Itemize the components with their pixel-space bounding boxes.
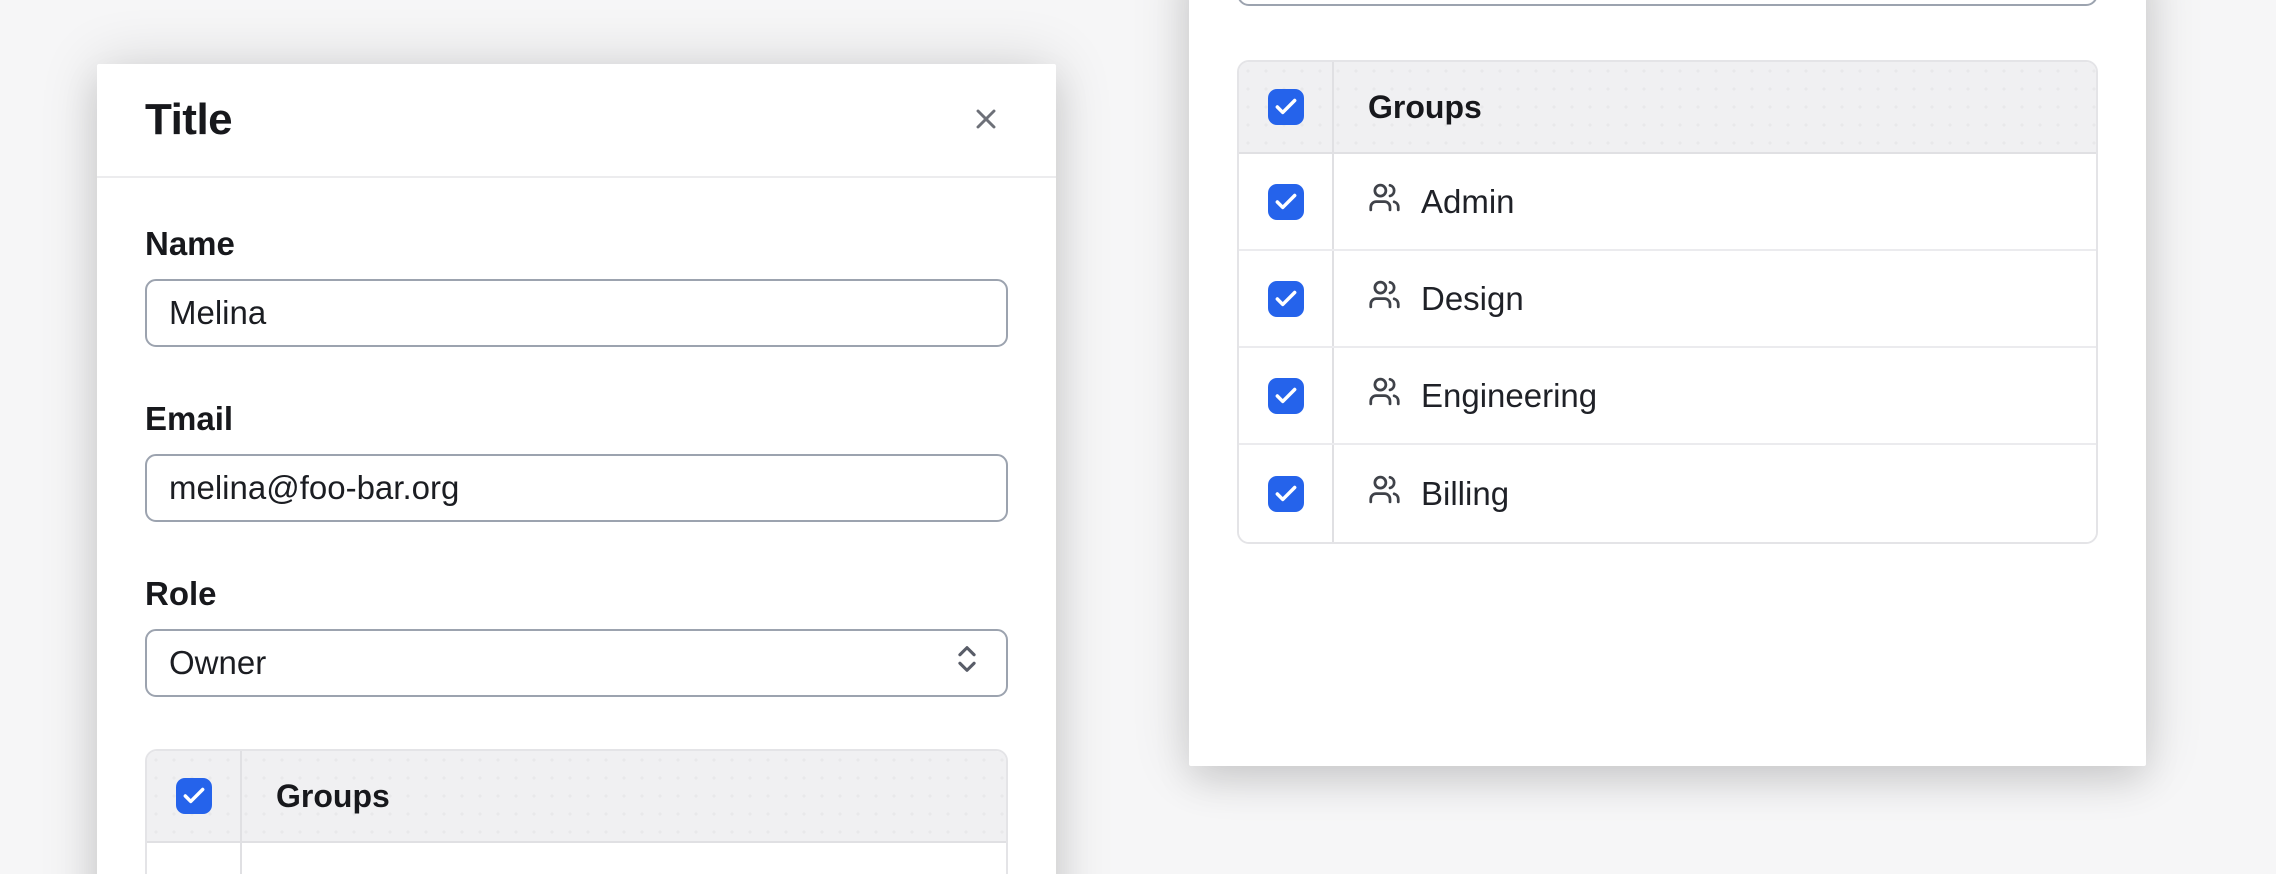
table-row-design[interactable]: Design: [1239, 251, 2096, 348]
email-input[interactable]: [145, 454, 1008, 522]
edit-user-dialog: Title Name Email Role Owner: [97, 64, 1056, 874]
groups-header-label: Groups: [1334, 62, 2096, 152]
groups-table-header: Groups: [147, 751, 1006, 843]
table-row[interactable]: [147, 843, 1006, 874]
name-input[interactable]: [145, 279, 1008, 347]
select-all-cell: [1239, 62, 1334, 152]
row-content: Engineering: [1334, 348, 2096, 443]
x-icon: [970, 103, 1002, 138]
dialog-title: Title: [145, 95, 232, 145]
role-select[interactable]: Owner: [145, 629, 1008, 697]
name-label: Name: [145, 224, 1008, 264]
groups-table: Groups Admin: [1237, 60, 2098, 544]
dialog-body: Groups Admin: [1189, 0, 2146, 544]
dialog-header: Title: [97, 64, 1056, 178]
row-checkbox[interactable]: [1268, 476, 1304, 512]
role-field-group: Role Owner: [145, 574, 1008, 697]
users-icon: [1368, 181, 1401, 222]
group-name: Billing: [1421, 475, 1509, 513]
row-content: Billing: [1334, 445, 2096, 542]
edit-user-dialog-scrolled: Groups Admin: [1189, 0, 2146, 766]
email-field-group: Email: [145, 399, 1008, 522]
groups-header-label: Groups: [242, 751, 1006, 841]
select-all-checkbox[interactable]: [1268, 89, 1304, 125]
table-row-billing[interactable]: Billing: [1239, 445, 2096, 542]
group-name: Admin: [1421, 183, 1515, 221]
chevrons-up-down-icon: [950, 642, 984, 684]
row-checkbox-cell: [147, 843, 242, 874]
select-all-checkbox[interactable]: [176, 778, 212, 814]
group-name: Design: [1421, 280, 1524, 318]
row-checkbox-cell: [1239, 445, 1334, 542]
row-checkbox-cell: [1239, 154, 1334, 249]
groups-table-header: Groups: [1239, 62, 2096, 154]
dialog-body: Name Email Role Owner: [97, 178, 1056, 874]
group-name: Engineering: [1421, 377, 1597, 415]
select-all-cell: [147, 751, 242, 841]
email-label: Email: [145, 399, 1008, 439]
users-icon: [1368, 473, 1401, 514]
row-content: [242, 843, 1006, 874]
table-row-admin[interactable]: Admin: [1239, 154, 2096, 251]
row-content: Admin: [1334, 154, 2096, 249]
role-select-value: Owner: [169, 644, 266, 682]
role-label: Role: [145, 574, 1008, 614]
row-checkbox[interactable]: [1268, 281, 1304, 317]
role-select-cut-off[interactable]: [1237, 0, 2098, 6]
table-row-engineering[interactable]: Engineering: [1239, 348, 2096, 445]
close-button[interactable]: [964, 98, 1008, 142]
row-checkbox-cell: [1239, 251, 1334, 346]
row-checkbox[interactable]: [1268, 184, 1304, 220]
name-field-group: Name: [145, 224, 1008, 347]
users-icon: [1368, 375, 1401, 416]
groups-table: Groups: [145, 749, 1008, 874]
users-icon: [1368, 278, 1401, 319]
row-content: Design: [1334, 251, 2096, 346]
row-checkbox-cell: [1239, 348, 1334, 443]
row-checkbox[interactable]: [1268, 378, 1304, 414]
